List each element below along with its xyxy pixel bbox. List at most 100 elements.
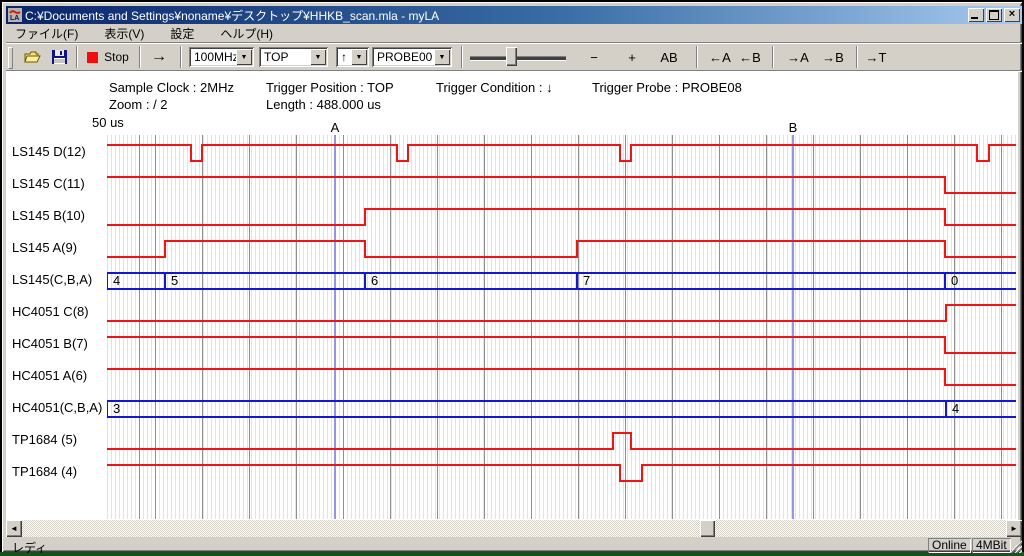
close-icon: × [1009, 9, 1015, 20]
channel-label: LS145 B(10) [12, 208, 85, 224]
goto-t-label: →T [866, 50, 887, 65]
channel-label: LS145 C(11) [12, 176, 85, 192]
chevron-down-icon[interactable]: ▼ [310, 49, 326, 65]
zoom-slider-track[interactable] [470, 56, 566, 61]
channel-label: LS145(C,B,A) [12, 272, 92, 288]
window-title: C:¥Documents and Settings¥noname¥デスクトップ¥… [25, 7, 439, 24]
menu-view[interactable]: 表示(V) [95, 24, 153, 44]
toolbar: Stop → 100MHz ▼ TOP ▼ ↑ ▼ PROBE00 ▼ − + … [6, 44, 1022, 71]
bus-value: 7 [583, 273, 590, 288]
set-b-label: →B [822, 50, 844, 65]
waveform-svg: 4567034 [107, 135, 1016, 519]
trigger-probe-value: PROBE00 [372, 50, 434, 64]
marker-b-label: B [787, 120, 799, 135]
bus-value: 5 [171, 273, 178, 288]
channel-label: HC4051(C,B,A) [12, 400, 102, 416]
sample-clock-value: 100MHz [189, 50, 236, 64]
bus-value: 3 [113, 401, 120, 416]
toolbar-separator [180, 46, 182, 68]
menu-settings[interactable]: 設定 [161, 24, 203, 44]
menu-help[interactable]: ヘルプ(H) [211, 24, 282, 44]
horizontal-scrollbar[interactable]: ◄ ► [6, 520, 1022, 537]
marker-a-label: A [329, 120, 341, 135]
waveform-3 [107, 241, 1016, 257]
set-marker-a-button[interactable]: →A [784, 46, 812, 68]
close-button[interactable]: × [1004, 8, 1020, 22]
trigger-edge-select[interactable]: ↑ ▼ [336, 47, 369, 67]
scroll-left-icon: ◄ [10, 524, 18, 533]
zoom-in-button[interactable]: + [620, 46, 644, 68]
trigger-probe-info: Trigger Probe : PROBE08 [592, 80, 742, 95]
trigger-edge-value: ↑ [336, 50, 351, 64]
chevron-down-icon[interactable]: ▼ [434, 49, 450, 65]
app-window: LA C:¥Documents and Settings¥noname¥デスクト… [2, 2, 1022, 552]
goto-marker-a-button[interactable]: ←A [706, 46, 734, 68]
trigger-position-info: Trigger Position : TOP [266, 80, 394, 95]
toolbar-separator [772, 46, 774, 68]
open-file-button[interactable] [20, 46, 46, 68]
trigger-position-select[interactable]: TOP ▼ [259, 47, 328, 67]
set-marker-b-button[interactable]: →B [819, 46, 847, 68]
floppy-disk-icon [52, 50, 67, 64]
scroll-right-button[interactable]: ► [1006, 520, 1022, 537]
time-division-label: 50 us [92, 115, 124, 130]
waveform-plot[interactable]: 4567034 [107, 135, 1016, 519]
zoom-slider-thumb[interactable] [506, 47, 517, 66]
chevron-down-icon[interactable]: ▼ [351, 49, 367, 65]
resize-grip[interactable] [1009, 540, 1022, 553]
channel-label: HC4051 C(8) [12, 304, 89, 320]
channel-label: LS145 A(9) [12, 240, 77, 256]
title-bar[interactable]: LA C:¥Documents and Settings¥noname¥デスクト… [6, 6, 1022, 24]
toolbar-separator [696, 46, 698, 68]
waveform-7 [107, 369, 1016, 385]
waveform-2 [107, 209, 1016, 225]
chevron-down-icon[interactable]: ▼ [236, 49, 252, 65]
toolbar-separator [461, 46, 463, 68]
scrollbar-thumb[interactable] [700, 520, 715, 537]
length-info: Length : 488.000 us [266, 97, 381, 112]
goto-marker-b-button[interactable]: ←B [736, 46, 764, 68]
save-button[interactable] [46, 46, 72, 68]
run-button[interactable]: → [144, 46, 174, 68]
svg-text:LA: LA [10, 15, 19, 22]
bus-waveform-4: 45670 [107, 273, 1016, 289]
ab-label: AB [660, 50, 677, 65]
toolbar-grip[interactable] [8, 47, 13, 69]
channel-label: HC4051 A(6) [12, 368, 87, 384]
zoom-out-label: − [590, 50, 598, 65]
bus-value: 0 [951, 273, 958, 288]
zoom-in-label: + [628, 50, 636, 65]
stop-button[interactable]: Stop [82, 46, 134, 68]
menu-bar: ファイル(F) 表示(V) 設定 ヘルプ(H) [6, 25, 1022, 43]
sample-clock-select[interactable]: 100MHz ▼ [189, 47, 254, 67]
maximize-button[interactable] [986, 8, 1002, 22]
bus-value: 4 [952, 401, 959, 416]
status-bar: レディ Online 4MBit [6, 539, 1022, 554]
scroll-left-button[interactable]: ◄ [6, 520, 22, 537]
goto-a-label: ←A [709, 50, 731, 65]
minimize-button[interactable] [968, 8, 984, 22]
waveform-client-area: Sample Clock : 2MHz Trigger Position : T… [6, 71, 1018, 520]
waveform-5 [107, 305, 1016, 321]
waveform-9 [107, 433, 1016, 449]
minimize-icon [971, 17, 978, 19]
scroll-right-icon: ► [1010, 524, 1018, 533]
ab-range-button[interactable]: AB [654, 46, 684, 68]
waveform-1 [107, 177, 1016, 193]
waveform-10 [107, 465, 1016, 481]
sample-clock-info: Sample Clock : 2MHz [109, 80, 234, 95]
trigger-position-value: TOP [259, 50, 310, 64]
goto-trigger-button[interactable]: →T [862, 46, 890, 68]
maximize-icon [989, 10, 999, 20]
trigger-probe-select[interactable]: PROBE00 ▼ [372, 47, 452, 67]
waveform-0 [107, 145, 1016, 161]
bus-value: 4 [113, 273, 120, 288]
menu-file[interactable]: ファイル(F) [6, 24, 87, 44]
channel-label: TP1684 (4) [12, 464, 77, 480]
toolbar-separator [856, 46, 858, 68]
open-folder-icon [24, 50, 42, 64]
zoom-out-button[interactable]: − [582, 46, 606, 68]
set-a-label: →A [787, 50, 809, 65]
toolbar-separator [76, 46, 78, 68]
bus-waveform-8: 34 [107, 401, 1016, 417]
